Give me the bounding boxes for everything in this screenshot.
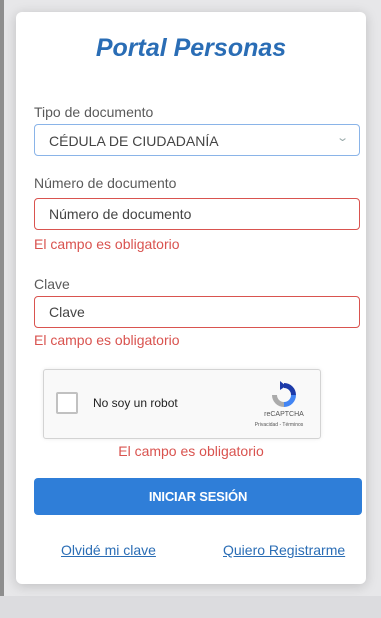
chevron-down-icon: ⌄ <box>335 132 349 144</box>
document-number-error: El campo es obligatorio <box>34 236 180 252</box>
document-type-selected-value: CÉDULA DE CIUDADANÍA <box>49 133 219 149</box>
login-button[interactable]: INICIAR SESIÓN <box>34 478 362 515</box>
password-label: Clave <box>34 276 70 292</box>
document-type-label: Tipo de documento <box>34 104 154 120</box>
recaptcha-checkbox[interactable] <box>56 392 78 414</box>
recaptcha-brand-text: reCAPTCHA <box>264 411 304 418</box>
page-title: Portal Personas <box>95 34 287 62</box>
password-input[interactable] <box>34 296 360 328</box>
register-link[interactable]: Quiero Registrarme <box>223 542 345 558</box>
forgot-password-link[interactable]: Olvidé mi clave <box>61 542 156 558</box>
recaptcha-widget: No soy un robot reCAPTCHA Privacidad - T… <box>43 369 321 439</box>
recaptcha-terms-link[interactable]: Privacidad - Términos <box>237 422 321 428</box>
recaptcha-logo-icon <box>272 381 296 407</box>
captcha-error: El campo es obligatorio <box>118 443 264 459</box>
login-card: Portal Personas Tipo de documento CÉDULA… <box>16 12 366 584</box>
recaptcha-label: No soy un robot <box>93 396 178 410</box>
document-number-input[interactable] <box>34 198 360 230</box>
document-number-label: Número de documento <box>34 175 177 191</box>
page-background-footer <box>0 596 381 618</box>
window-edge <box>0 0 4 618</box>
document-type-select[interactable]: CÉDULA DE CIUDADANÍA ⌄ <box>34 124 360 156</box>
password-error: El campo es obligatorio <box>34 332 180 348</box>
